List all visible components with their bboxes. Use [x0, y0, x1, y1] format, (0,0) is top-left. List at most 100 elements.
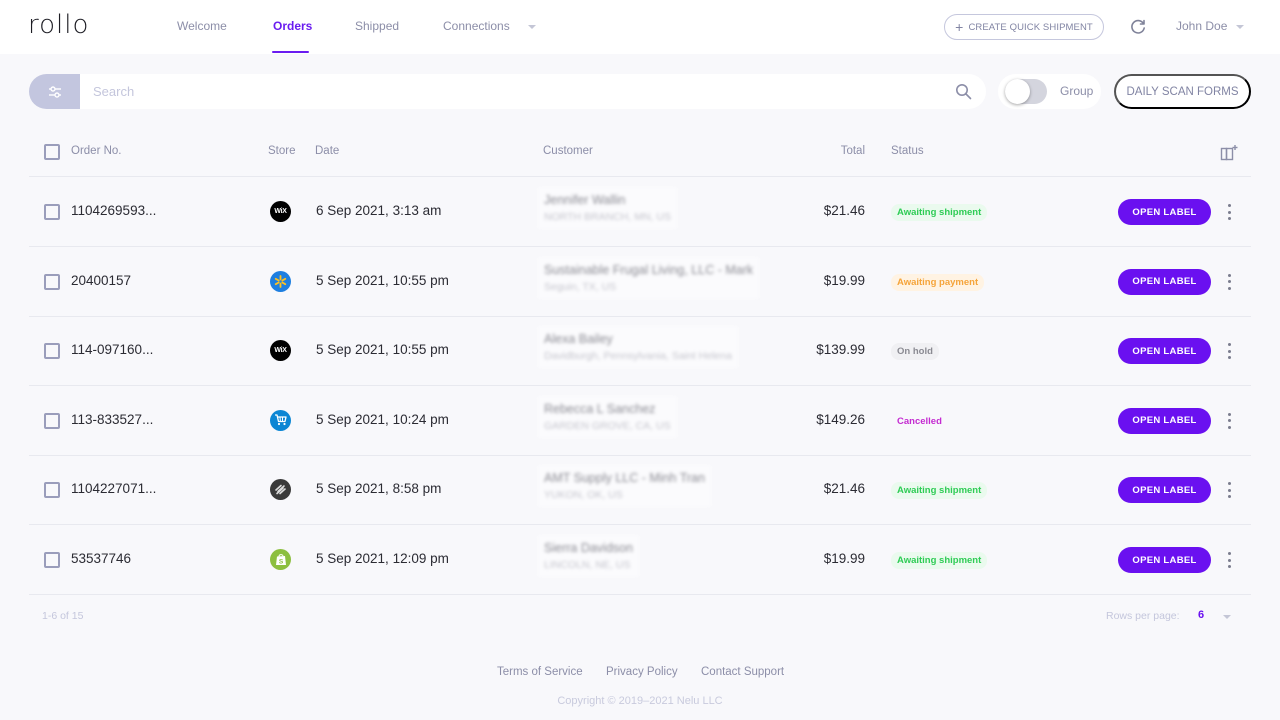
- customer-cell: Sierra Davidson LINCOLN, NE, US: [538, 535, 639, 577]
- row-checkbox[interactable]: [44, 273, 60, 290]
- column-header-order-no[interactable]: Order No.: [71, 145, 122, 157]
- table-row[interactable]: 20400157 5 Sep 2021, 10:55 pm Sustainable …: [29, 247, 1251, 317]
- open-label-button[interactable]: OPEN LABEL: [1118, 199, 1211, 225]
- order-total: $21.46: [823, 203, 865, 218]
- order-number[interactable]: 20400157: [71, 273, 131, 288]
- open-label-button[interactable]: OPEN LABEL: [1118, 338, 1211, 365]
- order-number[interactable]: 1104269593...: [71, 203, 156, 218]
- status-badge: Awaiting shipment: [891, 552, 988, 569]
- customer-cell: Sustainable Frugal Living, LLC - Mark Seg…: [538, 256, 760, 299]
- search-icon[interactable]: [955, 83, 972, 100]
- active-tab-indicator: [272, 51, 309, 53]
- group-toggle-container: Group: [998, 74, 1101, 109]
- tab-orders[interactable]: Orders: [273, 19, 312, 33]
- svg-text:S: S: [278, 559, 283, 566]
- more-options-icon[interactable]: [1224, 203, 1234, 221]
- pagination-range: 1-6 of 15: [42, 610, 84, 622]
- wix-store-icon: WiX: [270, 201, 291, 222]
- tab-welcome[interactable]: Welcome: [177, 19, 227, 33]
- row-checkbox[interactable]: [44, 482, 60, 499]
- contact-support-link[interactable]: Contact Support: [701, 666, 784, 678]
- column-header-total[interactable]: Total: [841, 145, 865, 157]
- open-label-button[interactable]: OPEN LABEL: [1118, 547, 1211, 573]
- more-options-icon[interactable]: [1224, 481, 1234, 499]
- rows-per-page-label: Rows per page:: [1106, 610, 1180, 622]
- order-date: 5 Sep 2021, 10:55 pm: [316, 342, 449, 358]
- status-badge: Cancelled: [897, 415, 942, 427]
- create-quick-shipment-button[interactable]: + CREATE QUICK SHIPMENT: [944, 14, 1104, 40]
- sliders-icon: [48, 85, 61, 98]
- search-bar: [80, 74, 986, 109]
- customer-address: GARDEN GROVE, CA, US: [544, 419, 671, 432]
- refresh-icon[interactable]: [1129, 18, 1147, 36]
- tab-shipped[interactable]: Shipped: [355, 19, 399, 33]
- more-options-icon[interactable]: [1224, 412, 1234, 430]
- connections-dropdown-icon[interactable]: [528, 25, 536, 29]
- customer-address: Seguin, TX, US: [544, 280, 617, 293]
- rows-per-page-select[interactable]: 6: [1198, 609, 1204, 621]
- order-number[interactable]: 1104227071...: [71, 481, 156, 496]
- group-toggle[interactable]: [1005, 79, 1047, 104]
- table-row[interactable]: 1104269593... WiX 6 Sep 2021, 3:13 am Jenni…: [29, 177, 1251, 247]
- order-date: 5 Sep 2021, 12:09 pm: [316, 551, 449, 566]
- row-checkbox[interactable]: [44, 204, 60, 220]
- more-options-icon[interactable]: [1224, 273, 1234, 291]
- customer-cell: Jennifer Wallin NORTH BRANCH, MN, US: [538, 187, 677, 229]
- status-badge: Awaiting shipment: [891, 204, 988, 221]
- customer-cell: AMT Supply LLC - Minh Tran YUKON, OK, US: [538, 465, 711, 508]
- table-row[interactable]: 114-097160... WiX 5 Sep 2021, 10:55 pm Alex…: [29, 316, 1251, 387]
- customer-address: LINCOLN, NE, US: [544, 559, 631, 571]
- tab-connections[interactable]: Connections: [443, 19, 510, 33]
- add-column-icon[interactable]: [1220, 144, 1238, 162]
- customer-address: YUKON, OK, US: [544, 489, 623, 502]
- customer-cell: Alexa Bailey Davidburgh, Pennsylvania, Sa…: [538, 326, 738, 369]
- create-quick-shipment-label: CREATE QUICK SHIPMENT: [968, 21, 1093, 33]
- row-checkbox[interactable]: [44, 552, 60, 568]
- user-dropdown-icon[interactable]: [1236, 25, 1244, 29]
- customer-name: AMT Supply LLC - Minh Tran: [544, 471, 705, 486]
- row-checkbox[interactable]: [44, 343, 60, 360]
- open-label-button[interactable]: OPEN LABEL: [1118, 407, 1211, 434]
- daily-scan-forms-button[interactable]: DAILY SCAN FORMS: [1114, 74, 1251, 109]
- toggle-knob: [1005, 79, 1030, 104]
- open-label-button[interactable]: OPEN LABEL: [1118, 268, 1211, 295]
- shopify-store-icon: S: [270, 549, 291, 570]
- row-checkbox[interactable]: [44, 412, 60, 429]
- order-total: $21.46: [823, 481, 865, 497]
- open-label-button[interactable]: OPEN LABEL: [1118, 477, 1211, 504]
- privacy-policy-link[interactable]: Privacy Policy: [606, 666, 678, 678]
- customer-name: Sustainable Frugal Living, LLC - Mark: [544, 262, 754, 277]
- order-total: $149.26: [816, 411, 865, 427]
- table-row[interactable]: 1104227071... 5 Sep 2021, 8:58 pm AMT Supp…: [29, 455, 1251, 526]
- order-total: $19.99: [823, 551, 865, 566]
- app-logo[interactable]: rollo: [28, 10, 89, 40]
- copyright: Copyright © 2019–2021 Nelu LLC: [557, 695, 723, 707]
- order-date: 6 Sep 2021, 3:13 am: [316, 203, 442, 218]
- customer-address: Davidburgh, Pennsylvania, Saint Helena: [544, 350, 732, 363]
- order-number[interactable]: 114-097160...: [71, 342, 153, 357]
- more-options-icon[interactable]: [1224, 342, 1234, 360]
- more-options-icon[interactable]: [1224, 551, 1234, 569]
- order-number[interactable]: 113-833527...: [71, 412, 153, 427]
- column-header-store[interactable]: Store: [268, 145, 296, 157]
- rows-per-page-dropdown-icon[interactable]: [1223, 615, 1231, 619]
- order-total: $19.99: [823, 272, 865, 288]
- terms-of-service-link[interactable]: Terms of Service: [497, 666, 583, 678]
- top-nav-bar: rollo Welcome Orders Shipped Connections…: [0, 0, 1280, 54]
- column-header-status[interactable]: Status: [891, 145, 924, 157]
- filter-button[interactable]: [29, 74, 80, 109]
- customer-address: NORTH BRANCH, MN, US: [544, 211, 671, 223]
- order-number[interactable]: 53537746: [71, 551, 131, 566]
- user-menu[interactable]: John Doe: [1176, 19, 1227, 33]
- order-date: 5 Sep 2021, 10:24 pm: [316, 411, 449, 427]
- customer-cell: Rebecca L Sanchez GARDEN GROVE, CA, US: [538, 395, 677, 438]
- search-input[interactable]: [93, 84, 943, 99]
- status-badge: Awaiting shipment: [891, 482, 988, 500]
- column-header-customer[interactable]: Customer: [543, 145, 593, 157]
- table-row[interactable]: 53537746 S 5 Sep 2021, 12:09 pm Sierra Davi…: [29, 525, 1251, 595]
- wix-store-icon: WiX: [270, 340, 291, 362]
- select-all-checkbox[interactable]: [44, 144, 60, 160]
- table-row[interactable]: 113-833527... 5 Sep 2021, 10:24 pm Rebecca…: [29, 386, 1251, 456]
- column-header-date[interactable]: Date: [315, 145, 339, 157]
- group-label: Group: [1060, 84, 1094, 98]
